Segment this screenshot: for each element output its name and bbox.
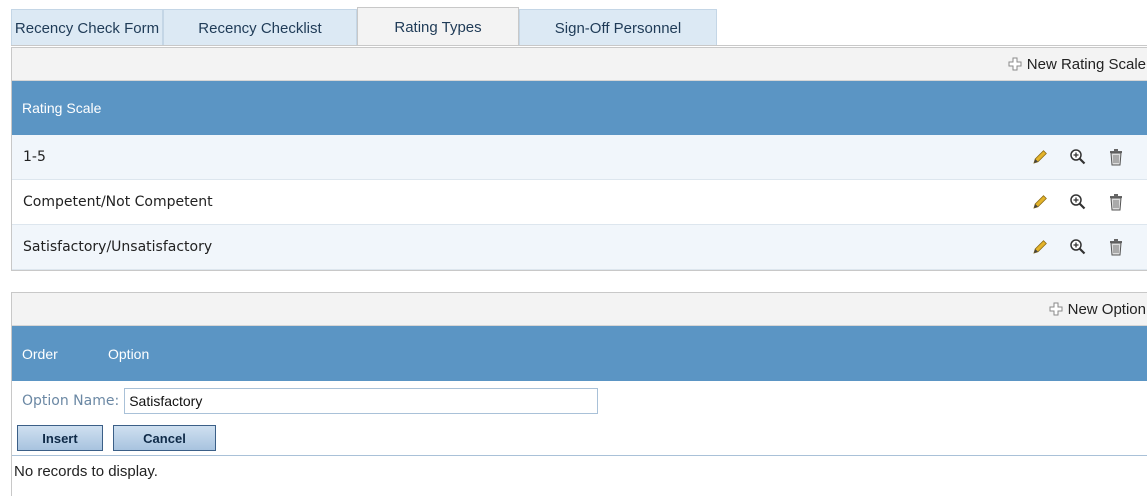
rating-options-grid: New Option Order Option Option Name: Ins…	[11, 292, 1147, 496]
insert-form: Option Name:	[12, 381, 1147, 421]
tab-divider	[11, 45, 1147, 46]
edit-button[interactable]	[1030, 147, 1050, 167]
new-option-button[interactable]: New Option	[1049, 301, 1147, 318]
new-rating-scale-label: New Rating Scale	[1026, 55, 1146, 73]
rating-scale-name: 1-5	[23, 149, 46, 165]
view-button[interactable]	[1068, 192, 1088, 212]
delete-button[interactable]	[1106, 147, 1126, 167]
delete-button[interactable]	[1106, 192, 1126, 212]
trash-icon	[1110, 194, 1122, 211]
pencil-icon	[1033, 240, 1047, 254]
new-option-label: New Option	[1067, 300, 1146, 318]
zoom-in-icon	[1070, 239, 1086, 255]
delete-button[interactable]	[1106, 237, 1126, 257]
table-row: 1-5	[12, 135, 1147, 180]
zoom-in-icon	[1070, 149, 1086, 165]
plus-icon	[1008, 57, 1022, 71]
table-row: Competent/Not Competent	[12, 180, 1147, 225]
tab-recency-check-form[interactable]: Recency Check Form	[11, 9, 163, 46]
cancel-button[interactable]: Cancel	[113, 425, 216, 451]
column-header-order[interactable]: Order	[12, 346, 82, 362]
tab-rating-types[interactable]: Rating Types	[357, 7, 519, 46]
no-records-message: No records to display.	[11, 456, 1147, 486]
column-header-option[interactable]: Option	[82, 346, 149, 362]
view-button[interactable]	[1068, 237, 1088, 257]
plus-icon	[1049, 302, 1063, 316]
zoom-in-icon	[1070, 194, 1086, 210]
form-buttons: Insert Cancel	[12, 421, 1147, 456]
options-command-bar: New Option	[12, 293, 1147, 326]
tab-strip: Recency Check Form Recency Checklist Rat…	[11, 6, 717, 46]
rating-scales-grid: New Rating Scale Rating Scale 1-5 Compet…	[11, 47, 1147, 271]
new-rating-scale-button[interactable]: New Rating Scale	[1008, 56, 1147, 73]
insert-button[interactable]: Insert	[17, 425, 103, 451]
table-row: Satisfactory/Unsatisfactory	[12, 225, 1147, 270]
rating-scale-name: Satisfactory/Unsatisfactory	[23, 239, 213, 255]
pencil-icon	[1033, 195, 1047, 209]
rating-scales-command-bar: New Rating Scale	[12, 48, 1147, 81]
tab-sign-off-personnel[interactable]: Sign-Off Personnel	[519, 9, 717, 46]
option-name-input[interactable]	[124, 388, 599, 414]
tab-recency-checklist[interactable]: Recency Checklist	[163, 9, 357, 46]
edit-button[interactable]	[1030, 237, 1050, 257]
trash-icon	[1110, 149, 1122, 166]
rating-scale-name: Competent/Not Competent	[23, 194, 213, 210]
options-header: Order Option	[12, 326, 1147, 381]
edit-button[interactable]	[1030, 192, 1050, 212]
trash-icon	[1110, 239, 1122, 256]
pencil-icon	[1033, 150, 1047, 164]
column-header-rating-scale[interactable]: Rating Scale	[12, 100, 101, 116]
view-button[interactable]	[1068, 147, 1088, 167]
option-name-label: Option Name:	[22, 393, 120, 409]
rating-scales-header: Rating Scale	[12, 81, 1147, 135]
